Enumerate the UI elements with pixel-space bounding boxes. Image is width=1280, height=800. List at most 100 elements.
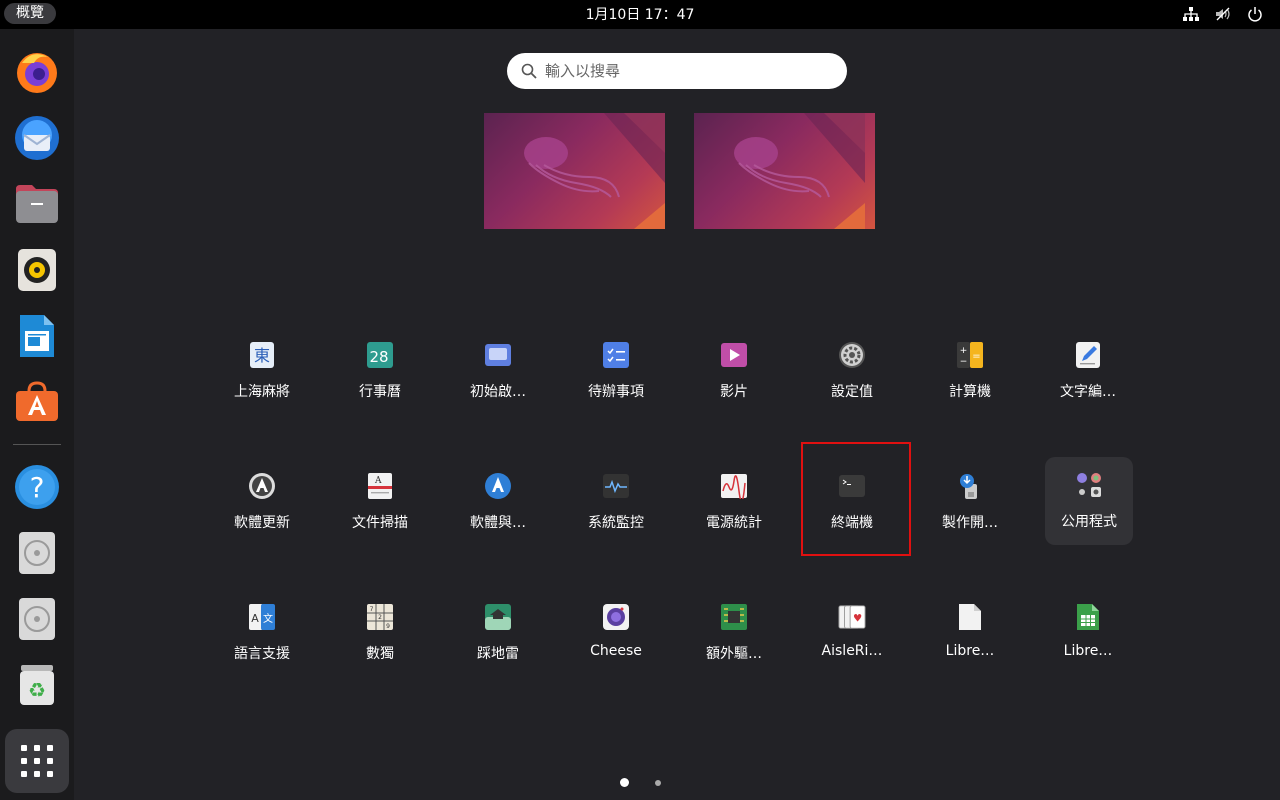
- app-label: 踩地雷: [477, 646, 519, 662]
- libreoffice-calc-icon: [1074, 603, 1102, 631]
- help-icon[interactable]: ?: [11, 461, 63, 513]
- svg-text:9: 9: [386, 623, 390, 630]
- app-label: 系統監控: [588, 515, 644, 531]
- app-libreoffice-calc[interactable]: Libre…: [1044, 589, 1132, 677]
- software-properties-icon: [484, 472, 512, 500]
- app-sudoku[interactable]: 729 數獨: [336, 589, 424, 677]
- svg-text:東: 東: [254, 346, 270, 365]
- volume-muted-icon[interactable]: [1214, 5, 1232, 23]
- app-label: 軟體更新: [234, 515, 290, 531]
- svg-text:文: 文: [263, 612, 273, 625]
- thunderbird-icon[interactable]: [11, 112, 63, 164]
- app-label: 額外驅…: [706, 646, 762, 662]
- app-document-scanner[interactable]: A 文件掃描: [336, 458, 424, 546]
- highlight-box: [801, 442, 911, 556]
- clock[interactable]: 1月10日 17：47: [586, 7, 695, 23]
- app-label: 數獨: [366, 646, 394, 662]
- app-libreoffice[interactable]: Libre…: [926, 589, 1014, 677]
- app-label: 公用程式: [1061, 514, 1117, 530]
- svg-text:♻: ♻: [28, 678, 46, 702]
- app-label: 電源統計: [706, 515, 762, 531]
- svg-text:2: 2: [378, 614, 382, 621]
- app-startup-disk[interactable]: 初始啟…: [454, 327, 542, 415]
- aisleriot-icon: ♥: [838, 603, 866, 631]
- app-software-updater[interactable]: 軟體更新: [218, 458, 306, 546]
- todo-icon: [602, 341, 630, 369]
- app-additional-drivers[interactable]: 額外驅…: [690, 589, 778, 677]
- search-box[interactable]: [507, 53, 847, 89]
- app-label: AisleRi…: [821, 643, 883, 659]
- firefox-icon[interactable]: [11, 46, 63, 98]
- settings-icon: [838, 341, 866, 369]
- app-folder-utilities[interactable]: 公用程式: [1045, 457, 1133, 545]
- app-videos[interactable]: 影片: [690, 327, 778, 415]
- app-label: 語言支援: [234, 646, 290, 662]
- dock-separator: [13, 444, 61, 445]
- rhythmbox-icon[interactable]: [11, 244, 63, 296]
- calculator-icon: + − =: [956, 341, 984, 369]
- app-mahjongg[interactable]: 東 上海麻將: [218, 327, 306, 415]
- calendar-icon: 28: [366, 341, 394, 369]
- app-calendar[interactable]: 28 行事曆: [336, 327, 424, 415]
- workspace-thumbnail-2[interactable]: [694, 113, 875, 229]
- app-label: 製作開…: [942, 515, 998, 531]
- app-settings[interactable]: 設定值: [808, 327, 896, 415]
- utilities-folder-icon: [1075, 471, 1103, 499]
- app-label: Cheese: [590, 643, 642, 659]
- language-support-icon: A文: [248, 603, 276, 631]
- app-label: 初始啟…: [470, 384, 526, 400]
- libreoffice-icon: [956, 603, 984, 631]
- app-label: 行事曆: [359, 384, 401, 400]
- page-dot-2[interactable]: [654, 780, 661, 786]
- page-indicator: [0, 778, 1280, 787]
- disc-icon[interactable]: [11, 527, 63, 579]
- svg-text:7: 7: [370, 606, 374, 613]
- system-tray[interactable]: [1182, 5, 1264, 23]
- app-aisleriot[interactable]: ♥ AisleRi…: [808, 589, 896, 677]
- mahjongg-icon: 東: [248, 341, 276, 369]
- text-editor-icon: [1074, 341, 1102, 369]
- document-scanner-icon: A: [366, 472, 394, 500]
- disc-icon[interactable]: [11, 593, 63, 645]
- svg-text:+: +: [960, 346, 968, 356]
- app-label: 待辦事項: [588, 384, 644, 400]
- writer-icon[interactable]: [11, 310, 63, 362]
- dock: ? ♻: [0, 29, 74, 800]
- svg-text:=: =: [972, 351, 980, 362]
- app-mines[interactable]: 踩地雷: [454, 589, 542, 677]
- system-monitor-icon: [602, 472, 630, 500]
- files-icon[interactable]: [11, 178, 63, 230]
- usb-creator-icon: [956, 472, 984, 500]
- cheese-icon: [602, 603, 630, 631]
- search-icon: [521, 63, 537, 79]
- app-label: Libre…: [945, 643, 995, 659]
- trash-icon[interactable]: ♻: [11, 659, 63, 711]
- additional-drivers-icon: [720, 603, 748, 631]
- app-label: 設定值: [831, 384, 873, 400]
- network-icon[interactable]: [1182, 5, 1200, 23]
- app-label: Libre…: [1063, 643, 1113, 659]
- app-center-icon[interactable]: [11, 376, 63, 428]
- sudoku-icon: 729: [366, 603, 394, 631]
- app-text-editor[interactable]: 文字編…: [1044, 327, 1132, 415]
- svg-text:?: ?: [30, 471, 45, 504]
- power-statistics-icon: [720, 472, 748, 500]
- app-usb-creator[interactable]: 製作開…: [926, 458, 1014, 546]
- app-calculator[interactable]: + − = 計算機: [926, 327, 1014, 415]
- search-input[interactable]: [545, 62, 825, 80]
- app-power-statistics[interactable]: 電源統計: [690, 458, 778, 546]
- app-label: 文字編…: [1060, 384, 1116, 400]
- workspace-thumbnail-1[interactable]: [484, 113, 665, 229]
- clock-area: 1月10日 17：47: [0, 0, 1280, 30]
- activities-button[interactable]: 概覽: [4, 3, 56, 24]
- app-label: 軟體與…: [470, 515, 526, 531]
- power-icon[interactable]: [1246, 5, 1264, 23]
- svg-text:A: A: [374, 476, 382, 486]
- app-system-monitor[interactable]: 系統監控: [572, 458, 660, 546]
- page-dot-1[interactable]: [619, 778, 629, 787]
- app-cheese[interactable]: Cheese: [572, 589, 660, 677]
- app-software-properties[interactable]: 軟體與…: [454, 458, 542, 546]
- app-language-support[interactable]: A文 語言支援: [218, 589, 306, 677]
- jellyfish-wallpaper-image: [524, 113, 665, 229]
- app-todo[interactable]: 待辦事項: [572, 327, 660, 415]
